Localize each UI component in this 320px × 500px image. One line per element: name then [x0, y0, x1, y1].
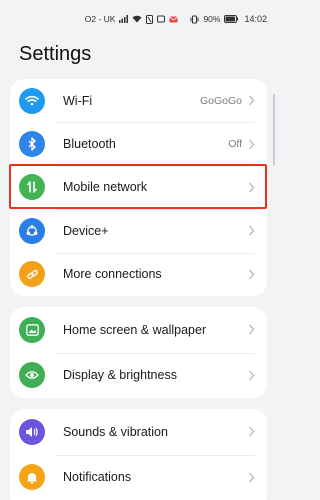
chevron-right-icon — [249, 370, 255, 381]
settings-item-sounds[interactable]: Sounds & vibration — [10, 409, 267, 455]
wifi-icon — [19, 87, 45, 114]
settings-item-display[interactable]: Display & brightness — [10, 352, 267, 399]
chevron-right-icon — [249, 225, 255, 236]
mobile-network-label: Mobile network — [63, 180, 148, 195]
carrier-name: O2 - UK — [84, 14, 116, 24]
page-title: Settings — [19, 43, 92, 65]
home-screen-label: Home screen & wallpaper — [63, 322, 207, 337]
sound-group: Sounds & vibration Notifications — [10, 409, 267, 500]
sounds-label: Sounds & vibration — [63, 424, 168, 439]
mobile-data-icon — [19, 174, 45, 201]
bluetooth-icon — [19, 131, 45, 158]
chevron-right-icon — [249, 472, 255, 483]
battery-icon — [224, 15, 239, 23]
wifi-value: GoGoGo — [199, 94, 242, 107]
chevron-right-icon — [249, 182, 255, 193]
settings-item-home-screen[interactable]: Home screen & wallpaper — [10, 307, 267, 353]
device-plus-label: Device+ — [63, 223, 109, 238]
eye-icon — [19, 362, 45, 389]
wifi-label: Wi-Fi — [63, 93, 93, 108]
clock: 14:02 — [244, 14, 267, 24]
device-plus-icon — [19, 217, 45, 244]
scrollbar[interactable] — [273, 94, 275, 166]
signal-icon — [119, 15, 129, 23]
display-label: Display & brightness — [63, 368, 177, 383]
settings-item-mobile-network[interactable]: Mobile network — [10, 165, 267, 209]
battery-percent: 90% — [203, 14, 221, 24]
link-icon — [19, 261, 45, 288]
chevron-right-icon — [249, 324, 255, 335]
wallpaper-icon — [19, 316, 45, 343]
connectivity-group: Wi-Fi GoGoGo Bluetooth Off Mobile networ… — [10, 79, 267, 296]
bell-icon — [19, 464, 45, 491]
bluetooth-value: Off — [228, 138, 242, 151]
notification-app-icon — [157, 15, 166, 23]
wifi-status-icon — [132, 15, 142, 23]
settings-item-more-connections[interactable]: More connections — [10, 252, 267, 296]
sound-icon — [19, 418, 45, 445]
status-bar: O2 - UK 90% 14:02 — [0, 0, 277, 38]
chevron-right-icon — [249, 95, 255, 106]
mail-icon — [169, 15, 179, 23]
chevron-right-icon — [249, 269, 255, 280]
bluetooth-label: Bluetooth — [63, 137, 116, 152]
chevron-right-icon — [249, 426, 255, 437]
nfc-icon — [146, 14, 154, 24]
settings-item-notifications[interactable]: Notifications — [10, 454, 267, 500]
notifications-label: Notifications — [63, 470, 132, 485]
settings-item-device-plus[interactable]: Device+ — [10, 209, 267, 252]
more-connections-label: More connections — [63, 267, 162, 282]
chevron-right-icon — [249, 139, 255, 150]
settings-item-bluetooth[interactable]: Bluetooth Off — [10, 122, 267, 165]
vibrate-icon — [190, 15, 199, 24]
settings-item-wifi[interactable]: Wi-Fi GoGoGo — [10, 79, 267, 122]
display-group: Home screen & wallpaper Display & bright… — [10, 307, 267, 398]
